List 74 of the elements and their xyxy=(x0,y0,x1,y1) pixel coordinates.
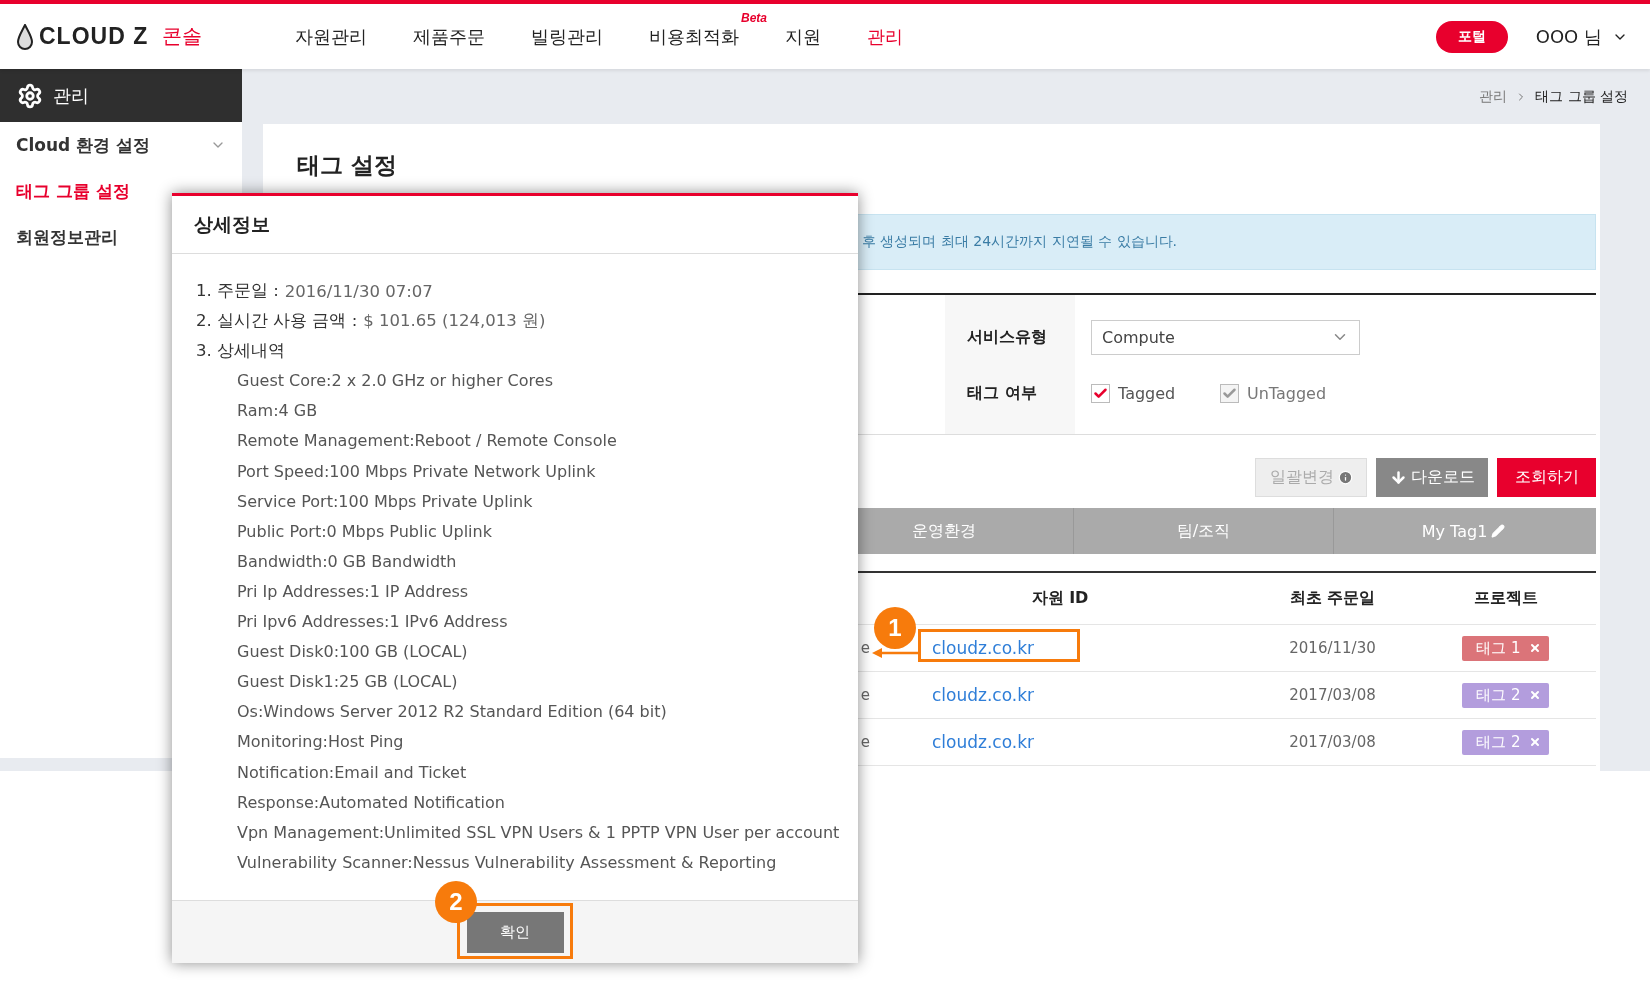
resource-link[interactable]: cloudz.co.kr xyxy=(870,732,1035,752)
beta-label: Beta xyxy=(741,10,767,25)
sidebar-item[interactable]: Cloud 환경 설정 xyxy=(0,122,242,168)
column-header: 최초 주문일 xyxy=(1288,588,1377,609)
spec-line: Guest Core:2 x 2.0 GHz or higher Cores xyxy=(237,370,553,393)
remove-icon[interactable] xyxy=(1528,642,1541,654)
column-header: 운영환경 xyxy=(912,520,976,542)
check-icon xyxy=(1093,385,1108,401)
notice-text: 후 생성되며 최대 24시간까지 지연될 수 있습니다. xyxy=(862,233,1177,251)
logo-text: CLOUD Z xyxy=(39,23,149,50)
confirm-button[interactable]: 확인 xyxy=(466,911,564,953)
spec-line: Response:Automated Notification xyxy=(237,791,505,814)
detail-value: $ 101.65 (124,013 원) xyxy=(363,310,546,333)
download-button[interactable]: 다운로드 xyxy=(1376,458,1488,497)
table-cell: e xyxy=(860,733,870,751)
spec-line: Os:Windows Server 2012 R2 Standard Edition (64 bit) xyxy=(237,701,667,724)
column-header: 자원 ID xyxy=(1030,588,1090,609)
check-icon xyxy=(1222,385,1237,401)
spec-line: Ram:4 GB xyxy=(237,400,318,423)
product-name: 콘솔 xyxy=(162,23,203,50)
spec-line: Port Speed:100 Mbps Private Network Uplink xyxy=(237,460,596,483)
sidebar-title: 관리 xyxy=(53,83,89,108)
spec-line: Public Port:0 Mbps Public Uplink xyxy=(237,520,492,543)
table-cell: e xyxy=(860,686,870,704)
dialog-title: 상세정보 xyxy=(194,211,270,237)
tag-filter-checkbox[interactable]: Tagged xyxy=(1091,383,1220,403)
remove-icon[interactable] xyxy=(1528,736,1541,748)
filter-label: 태그 여부 xyxy=(967,382,1037,404)
nav-item[interactable]: 빌링관리 xyxy=(531,24,603,49)
user-menu[interactable]: OOO 님 xyxy=(1535,24,1628,49)
pencil-icon[interactable] xyxy=(1491,524,1506,538)
project-tag: 태그 2 xyxy=(1462,729,1549,755)
portal-button[interactable]: 포털 xyxy=(1435,20,1508,53)
spec-line: Service Port:100 Mbps Private Uplink xyxy=(237,490,533,513)
service-type-select[interactable]: Compute xyxy=(1091,319,1360,355)
project-tag: 태그 1 xyxy=(1462,635,1549,661)
spec-line: Vpn Management:Unlimited SSL VPN Users & 1 PPTP VPN User per account xyxy=(237,821,840,844)
drop-icon xyxy=(17,23,33,50)
column-header: 팀/조직 xyxy=(1176,520,1231,542)
column-header: My Tag1 xyxy=(1421,521,1488,541)
spec-line: Guest Disk1:25 GB (LOCAL) xyxy=(237,671,458,694)
spec-line: Bandwidth:0 GB Bandwidth xyxy=(237,550,457,573)
settings-icon xyxy=(17,82,43,109)
detail-label: 1. 주문일 : xyxy=(196,280,279,303)
table-cell: 2017/03/08 xyxy=(1289,686,1376,704)
spec-line: Guest Disk0:100 GB (LOCAL) xyxy=(237,641,468,664)
search-button[interactable]: 조회하기 xyxy=(1497,458,1596,497)
nav-item[interactable]: 지원 xyxy=(785,24,821,49)
nav-item[interactable]: 관리 xyxy=(867,24,903,49)
spec-line: Notification:Email and Ticket xyxy=(237,761,467,784)
remove-icon[interactable] xyxy=(1528,689,1541,701)
detail-label: 3. 상세내역 xyxy=(196,340,285,363)
spec-line: Pri Ip Addresses:1 IP Address xyxy=(237,580,469,603)
table-cell: 2016/11/30 xyxy=(1289,639,1376,657)
spec-line: Monitoring:Host Ping xyxy=(237,731,404,754)
breadcrumb-item[interactable]: 관리 xyxy=(1479,87,1508,106)
detail-value: 2016/11/30 07:07 xyxy=(284,281,433,301)
download-icon xyxy=(1389,469,1407,486)
filter-label: 서비스유형 xyxy=(967,326,1047,348)
spec-line: Remote Management:Reboot / Remote Console xyxy=(237,430,617,453)
nav-item[interactable]: 자원관리 xyxy=(295,24,367,49)
leader-arrow xyxy=(872,647,919,659)
nav-item[interactable]: 제품주문 xyxy=(413,24,485,49)
detail-label: 2. 실시간 사용 금액 : xyxy=(196,310,358,333)
breadcrumb-item[interactable]: 태그 그룹 설정 xyxy=(1535,87,1628,106)
page-title: 태그 설정 xyxy=(297,151,398,180)
column-header: 프로젝트 xyxy=(1472,588,1539,609)
project-tag: 태그 2 xyxy=(1462,682,1549,708)
info-icon xyxy=(1337,470,1353,485)
resource-link[interactable]: cloudz.co.kr xyxy=(870,685,1035,705)
spec-line: Pri Ipv6 Addresses:1 IPv6 Address xyxy=(237,611,508,634)
table-cell: 2017/03/08 xyxy=(1289,733,1376,751)
table-cell: e xyxy=(860,639,870,657)
spec-line: Vulnerability Scanner:Nessus Vulnerability Assessment & Reporting xyxy=(237,851,777,874)
